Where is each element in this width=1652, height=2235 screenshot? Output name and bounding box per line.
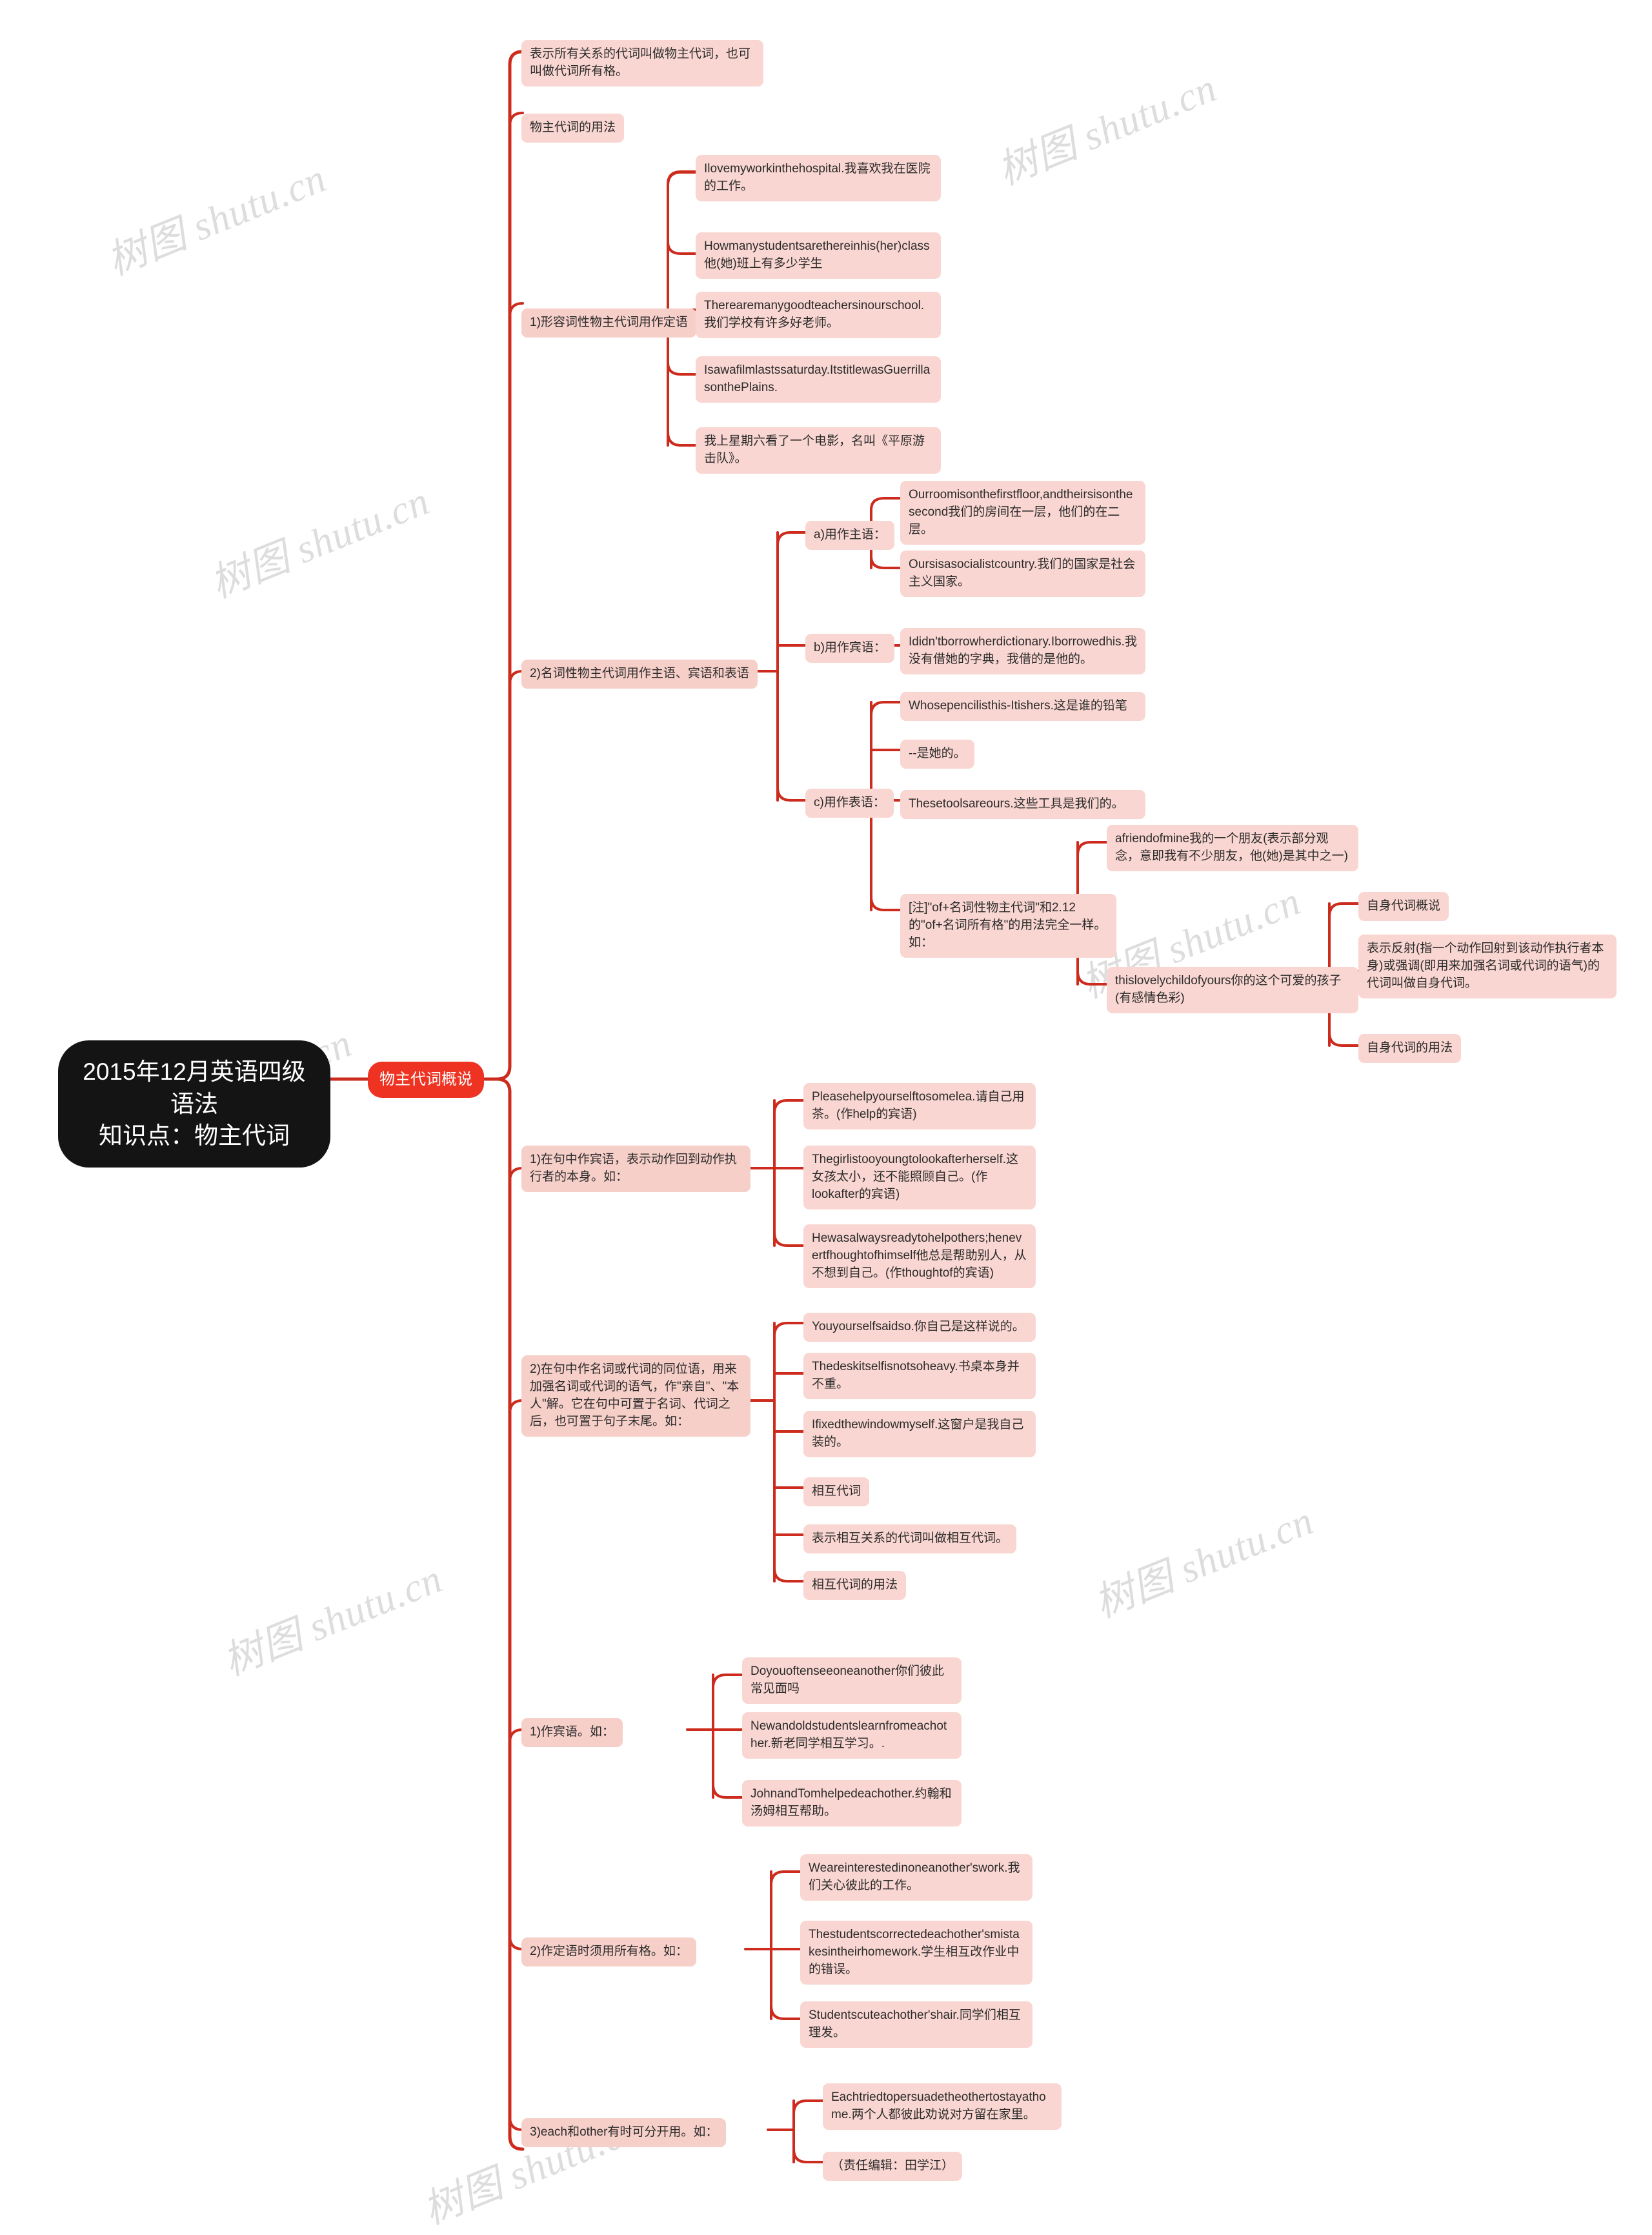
watermark: 树图 shutu.cn <box>101 156 332 284</box>
root-line-1: 2015年12月英语四级语法 <box>83 1058 306 1117</box>
node-used-as-object[interactable]: b)用作宾语： <box>805 634 894 663</box>
node-editor-credit[interactable]: （责任编辑：田学江） <box>823 2152 963 2181</box>
example-r2-3[interactable]: Studentscuteachother'shair.同学们相互理发。 <box>800 2001 1032 2048</box>
example-s1-1[interactable]: Pleasehelpyourselftosomelea.请自己用茶。(作help… <box>803 1083 1036 1129</box>
mindmap-canvas: 树图 shutu.cn 树图 shutu.cn 树图 shutu.cn 树图 s… <box>0 0 1652 2233</box>
example-s2-3[interactable]: Ifixedthewindowmyself.这窗户是我自己装的。 <box>803 1411 1036 1457</box>
node-reciprocal-definition[interactable]: 表示相互关系的代词叫做相互代词。 <box>803 1524 1017 1553</box>
node-reciprocal-as-object[interactable]: 1)作宾语。如： <box>521 1718 623 1747</box>
example-object-1[interactable]: Ididn'tborrowherdictionary.Iborrowedhis.… <box>900 628 1145 674</box>
node-adjective-possessive-attributive[interactable]: 1)形容词性物主代词用作定语 <box>521 308 696 338</box>
node-reflexive-usage[interactable]: 自身代词的用法 <box>1358 1034 1462 1063</box>
topic-label: 物主代词概说 <box>379 1071 472 1088</box>
example-b1-3[interactable]: Therearemanygoodteachersinourschool.我们学校… <box>696 292 941 338</box>
example-b1-5[interactable]: 我上星期六看了一个电影，名叫《平原游击队》。 <box>696 427 941 474</box>
example-subject-1[interactable]: Ourroomisonthefirstfloor,andtheirsisonth… <box>900 481 1145 545</box>
node-noun-possessive-roles[interactable]: 2)名词性物主代词用作主语、宾语和表语 <box>521 660 758 689</box>
example-s1-2[interactable]: Thegirlistooyoungtolookafterherself.这女孩太… <box>803 1146 1036 1209</box>
example-subject-2[interactable]: Oursisasocialistcountry.我们的国家是社会主义国家。 <box>900 551 1145 597</box>
topic-node-possessive-overview[interactable]: 物主代词概说 <box>368 1062 484 1098</box>
root-line-2: 知识点：物主代词 <box>99 1122 290 1149</box>
example-of-mine[interactable]: afriendofmine我的一个朋友(表示部分观念，意即我有不少朋友，他(她)… <box>1107 825 1358 871</box>
example-predicative-1[interactable]: Whosepencilisthis-Itishers.这是谁的铅笔 <box>900 692 1145 721</box>
example-predicative-2[interactable]: --是她的。 <box>900 740 974 769</box>
example-r2-1[interactable]: Weareinterestedinoneanother'swork.我们关心彼此… <box>800 1854 1032 1901</box>
node-reciprocal-usage[interactable]: 相互代词的用法 <box>803 1571 907 1600</box>
node-reciprocal-as-attributive[interactable]: 2)作定语时须用所有格。如： <box>521 1937 696 1967</box>
example-r1-2[interactable]: Newandoldstudentslearnfromeachother.新老同学… <box>742 1712 962 1759</box>
node-reflexive-as-object[interactable]: 1)在句中作宾语，表示动作回到动作执行者的本身。如： <box>521 1146 750 1192</box>
root-node[interactable]: 2015年12月英语四级语法 知识点：物主代词 <box>58 1040 330 1168</box>
node-used-as-predicative[interactable]: c)用作表语： <box>805 789 894 818</box>
example-r3-1[interactable]: Eachtriedtopersuadetheothertostayathome.… <box>823 2083 1062 2130</box>
example-b1-4[interactable]: Isawafilmlastssaturday.ItstitlewasGuerri… <box>696 356 941 403</box>
watermark: 树图 shutu.cn <box>991 66 1223 194</box>
watermark: 树图 shutu.cn <box>417 2105 649 2233</box>
node-reciprocal-pronoun[interactable]: 相互代词 <box>803 1477 870 1506</box>
node-possessive-usage[interactable]: 物主代词的用法 <box>521 114 625 143</box>
example-b1-2[interactable]: Howmanystudentsarethereinhis(her)class他(… <box>696 232 941 279</box>
watermark: 树图 shutu.cn <box>217 1557 448 1684</box>
node-used-as-subject[interactable]: a)用作主语： <box>805 521 894 550</box>
node-intro-definition[interactable]: 表示所有关系的代词叫做物主代词，也可叫做代词所有格。 <box>521 40 763 86</box>
node-reflexive-overview[interactable]: 自身代词概说 <box>1358 892 1449 921</box>
node-reflexive-as-appositive[interactable]: 2)在句中作名词或代词的同位语，用来加强名词或代词的语气，作"亲自"、"本人"解… <box>521 1355 750 1437</box>
example-predicative-3[interactable]: Thesetoolsareours.这些工具是我们的。 <box>900 790 1145 819</box>
example-s1-3[interactable]: Hewasalwaysreadytohelpothers;henevertfho… <box>803 1224 1036 1288</box>
node-reflexive-definition[interactable]: 表示反射(指一个动作回射到该动作执行者本身)或强调(即用来加强名词或代词的语气)… <box>1358 935 1617 998</box>
example-r1-3[interactable]: JohnandTomhelpedeachother.约翰和汤姆相互帮助。 <box>742 1780 962 1826</box>
node-each-other-separable[interactable]: 3)each和other有时可分开用。如： <box>521 2118 727 2147</box>
watermark: 树图 shutu.cn <box>1088 1499 1320 1626</box>
example-of-yours[interactable]: thislovelychildofyours你的这个可爱的孩子(有感情色彩) <box>1107 967 1358 1013</box>
example-s2-1[interactable]: Youyourselfsaidso.你自己是这样说的。 <box>803 1313 1036 1342</box>
watermark: 树图 shutu.cn <box>204 479 436 607</box>
example-r1-1[interactable]: Doyouoftenseeoneanother你们彼此常见面吗 <box>742 1657 962 1704</box>
example-s2-2[interactable]: Thedeskitselfisnotsoheavy.书桌本身并不重。 <box>803 1353 1036 1399</box>
example-b1-1[interactable]: Ilovemyworkinthehospital.我喜欢我在医院的工作。 <box>696 155 941 201</box>
example-r2-2[interactable]: Thestudentscorrectedeachother'smistakesi… <box>800 1921 1032 1985</box>
node-of-possessive-note[interactable]: [注]"of+名词性物主代词"和2.12的"of+名词所有格"的用法完全一样。如… <box>900 894 1116 958</box>
